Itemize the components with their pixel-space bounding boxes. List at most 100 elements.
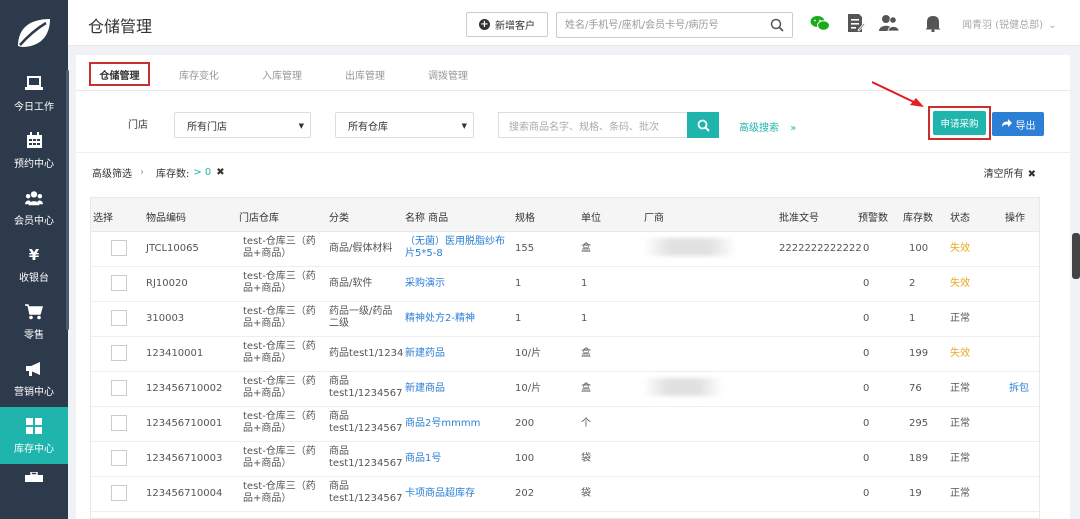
sidebar-item-inventory[interactable]: 库存中心 [0, 407, 68, 464]
row-checkbox[interactable] [111, 450, 127, 466]
table-row: 310003 test-仓库三（药 品+商品） 药品一级/药品 二级 精神处方2-精… [91, 302, 1039, 337]
cell-unit: 1 [581, 313, 588, 324]
export-button[interactable]: 导出 [992, 112, 1044, 136]
cell-category: 商品 test1/1234567 [329, 481, 403, 504]
cell-name-link[interactable]: 商品1号 [405, 453, 441, 465]
table-row: 123456710001 test-仓库三（药 品+商品） 商品 test1/123… [91, 407, 1039, 442]
search-icon[interactable] [770, 18, 784, 35]
redacted-manufacturer [643, 378, 723, 396]
customer-search-input[interactable] [565, 14, 765, 36]
cell-unit: 袋 [581, 488, 591, 499]
sidebar-item-marketing[interactable]: 营销中心 [0, 350, 68, 407]
goods-search-input[interactable]: 搜索商品名字、规格、条码、批次 [498, 112, 688, 138]
tab-stock-changes[interactable]: 库存变化 [179, 67, 219, 82]
table-row: 123456710004 test-仓库三（药 品+商品） 商品 test1/123… [91, 477, 1039, 512]
sidebar-item-cashier[interactable]: ¥ 收银台 [0, 236, 68, 293]
cell-store: test-仓库三（药 品+商品） [243, 271, 316, 294]
warehouse-select-value: 所有仓库 [348, 121, 388, 133]
cell-store: test-仓库三（药 品+商品） [243, 236, 316, 259]
tab-label: 仓储管理 [99, 70, 140, 82]
remove-filter-icon[interactable]: ✖ [216, 167, 224, 178]
search-icon [697, 119, 710, 132]
page-scrollbar[interactable] [1072, 233, 1080, 279]
inventory-table: 选择 物品编码 门店仓库 分类 名称 商品 规格 单位 厂商 批准文号 预警数 … [90, 197, 1040, 519]
cell-name-link[interactable]: （无菌）医用脱脂纱布 片5*5-8 [405, 236, 505, 260]
app-logo[interactable] [0, 0, 68, 65]
cell-name-link[interactable]: 商品2号mmmm [405, 418, 480, 430]
tab-transfer[interactable]: 调拨管理 [428, 67, 468, 82]
col-action: 操作 [1005, 213, 1025, 224]
cell-name-link[interactable]: 采购演示 [405, 278, 445, 290]
unpack-link[interactable]: 拆包 [1009, 383, 1029, 395]
clear-all-button[interactable]: 清空所有 ✖ [984, 165, 1036, 180]
cell-category: 商品/软件 [329, 278, 373, 289]
cell-unit: 盒 [581, 243, 591, 254]
row-checkbox[interactable] [111, 380, 127, 396]
tab-inbound[interactable]: 入库管理 [262, 67, 302, 82]
row-checkbox[interactable] [111, 345, 127, 361]
user-menu[interactable]: 闻青羽 (锐健总部) ⌄ [962, 16, 1057, 31]
cell-spec: 200 [515, 418, 535, 429]
user-group-icon[interactable] [878, 12, 900, 34]
tab-warehouse-management[interactable]: 仓储管理 [89, 62, 150, 86]
megaphone-icon [25, 360, 43, 378]
apply-purchase-highlight: 申请采购 [928, 106, 991, 140]
cell-spec: 202 [515, 488, 535, 499]
cell-stock: 295 [909, 418, 929, 429]
divider [76, 152, 1070, 153]
cell-approval: 2222222222222 [779, 243, 862, 254]
cell-code: 123410001 [146, 348, 204, 359]
row-checkbox[interactable] [111, 485, 127, 501]
tab-outbound[interactable]: 出库管理 [345, 67, 385, 82]
stock-filter-value: > 0 [193, 167, 212, 178]
wechat-icon[interactable] [809, 12, 831, 34]
sidebar-item-label: 库存中心 [14, 443, 54, 455]
sidebar-item-today-work[interactable]: 今日工作 [0, 65, 68, 122]
cell-status: 正常 [950, 313, 970, 324]
cell-alert: 0 [863, 243, 870, 254]
table-row: 123456710003 test-仓库三（药 品+商品） 商品 test1/123… [91, 442, 1039, 477]
cell-category: 药品test1/1234 [329, 348, 404, 359]
cell-name-link[interactable]: 卡项商品超库存 [405, 488, 475, 500]
col-code: 物品编码 [146, 213, 186, 224]
cell-store: test-仓库三（药 品+商品） [243, 376, 316, 399]
row-checkbox[interactable] [111, 415, 127, 431]
cell-stock: 2 [909, 278, 916, 289]
col-approval: 批准文号 [779, 213, 819, 224]
cell-stock: 100 [909, 243, 929, 254]
cell-name-link[interactable]: 新建商品 [405, 383, 445, 395]
row-checkbox[interactable] [111, 275, 127, 291]
row-checkbox[interactable] [111, 310, 127, 326]
cell-name-link[interactable]: 新建药品 [405, 348, 445, 360]
sidebar-item-more[interactable] [0, 464, 68, 494]
cell-status: 正常 [950, 383, 970, 394]
cell-store: test-仓库三（药 品+商品） [243, 306, 316, 329]
cell-stock: 19 [909, 488, 922, 499]
bell-icon[interactable] [922, 12, 944, 34]
cell-status: 正常 [950, 418, 970, 429]
sidebar: 今日工作 预约中心 会员中心 ¥ 收银台 零售 营销中心 库存中心 [0, 0, 69, 519]
document-edit-icon[interactable] [845, 12, 867, 34]
briefcase-icon [25, 468, 43, 486]
sidebar-scrollbar[interactable] [66, 70, 69, 330]
store-select[interactable]: 所有门店 ▼ [174, 112, 311, 138]
col-status: 状态 [950, 213, 970, 224]
sidebar-item-retail[interactable]: 零售 [0, 293, 68, 350]
goods-search-button[interactable] [687, 112, 719, 138]
col-unit: 单位 [581, 213, 601, 224]
apply-purchase-button[interactable]: 申请采购 [933, 111, 986, 135]
sidebar-item-appointment[interactable]: 预约中心 [0, 122, 68, 179]
advanced-search-toggle[interactable]: 高级搜索 » [739, 119, 796, 134]
cell-unit: 袋 [581, 453, 591, 464]
sidebar-item-label: 零售 [24, 329, 44, 341]
cell-alert: 0 [863, 278, 870, 289]
cell-alert: 0 [863, 418, 870, 429]
cell-category: 商品/假体材料 [329, 243, 393, 254]
warehouse-select[interactable]: 所有仓库 ▼ [335, 112, 474, 138]
cell-name-link[interactable]: 精神处方2-精神 [405, 313, 475, 325]
row-checkbox[interactable] [111, 240, 127, 256]
sidebar-item-members[interactable]: 会员中心 [0, 179, 68, 236]
top-header: 仓储管理 + 新增客户 闻青羽 (锐健总部) ⌄ [68, 0, 1080, 46]
col-alert: 预警数 [858, 213, 888, 224]
new-customer-button[interactable]: + 新增客户 [466, 12, 548, 37]
